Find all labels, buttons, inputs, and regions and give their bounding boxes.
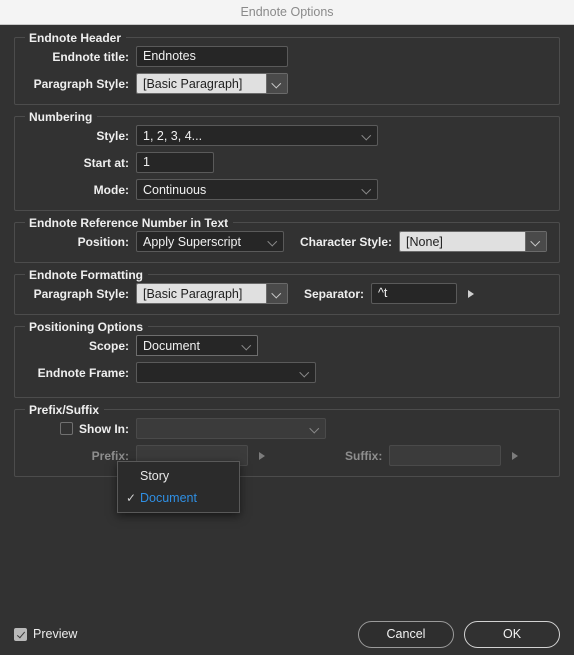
checkmark-icon: ✓ xyxy=(125,491,137,505)
group-numbering: Numbering Style: 1, 2, 3, 4... Start at:… xyxy=(14,110,560,211)
reference-position-label: Position: xyxy=(77,234,129,249)
chevron-down-icon xyxy=(300,368,309,377)
group-positioning-options: Positioning Options Scope: Document Endn… xyxy=(14,320,560,398)
separator-input[interactable]: ^t xyxy=(371,283,458,304)
group-prefix-suffix: Prefix/Suffix Show In: Prefix: Suffix: xyxy=(14,403,560,477)
row-reference-position: Position: Apply Superscript Character St… xyxy=(25,231,549,252)
chevron-down-icon xyxy=(362,185,371,194)
endnote-title-label: Endnote title: xyxy=(52,49,129,64)
scope-dropdown-popup[interactable]: Story ✓ Document xyxy=(117,461,240,513)
numbering-start-at-label: Start at: xyxy=(83,155,129,170)
reference-position-value: Apply Superscript xyxy=(143,234,241,249)
row-endnote-title: Endnote title: Endnotes xyxy=(25,46,549,67)
numbering-style-label: Style: xyxy=(96,128,129,143)
suffix-menu-triangle-icon[interactable] xyxy=(508,447,522,465)
group-title-endnote-formatting: Endnote Formatting xyxy=(25,268,148,282)
scope-option-document[interactable]: ✓ Document xyxy=(118,487,239,509)
formatting-paragraph-style-value: [Basic Paragraph] xyxy=(137,284,266,303)
group-title-endnote-header: Endnote Header xyxy=(25,31,127,45)
group-title-numbering: Numbering xyxy=(25,110,98,124)
chevron-down-icon xyxy=(268,237,277,246)
show-in-label-wrap: Show In: xyxy=(25,422,129,436)
character-style-value: [None] xyxy=(400,232,526,251)
separator-menu-triangle-icon[interactable] xyxy=(464,285,478,303)
suffix-label: Suffix: xyxy=(345,448,383,463)
character-style-dropdown[interactable]: [None] xyxy=(399,231,548,252)
positioning-scope-label: Scope: xyxy=(88,338,129,353)
separator-label: Separator: xyxy=(304,286,365,301)
show-in-dropdown[interactable] xyxy=(136,418,326,439)
chevron-down-icon xyxy=(362,131,371,140)
row-formatting-paragraph-style: Paragraph Style: [Basic Paragraph] Separ… xyxy=(25,283,549,304)
chevron-down-icon xyxy=(242,341,251,350)
group-endnote-formatting: Endnote Formatting Paragraph Style: [Bas… xyxy=(14,268,560,315)
scope-option-story[interactable]: Story xyxy=(118,465,239,487)
row-header-paragraph-style: Paragraph Style: [Basic Paragraph] xyxy=(25,73,549,94)
row-show-in: Show In: xyxy=(25,418,549,439)
preview-label: Preview xyxy=(33,627,78,641)
preview-wrap[interactable]: Preview xyxy=(14,627,77,641)
row-numbering-mode: Mode: Continuous xyxy=(25,179,549,200)
ok-button[interactable]: OK xyxy=(464,620,560,648)
numbering-mode-label: Mode: xyxy=(93,182,129,197)
prefix-menu-triangle-icon[interactable] xyxy=(255,447,269,465)
chevron-down-icon xyxy=(266,74,287,93)
group-title-endnote-reference-number: Endnote Reference Number in Text xyxy=(25,216,234,230)
chevron-down-icon xyxy=(525,232,547,251)
row-numbering-start-at: Start at: 1 xyxy=(25,152,549,173)
cancel-button[interactable]: Cancel xyxy=(358,620,454,648)
suffix-input[interactable] xyxy=(389,445,502,466)
numbering-mode-value: Continuous xyxy=(143,182,207,197)
numbering-style-dropdown[interactable]: 1, 2, 3, 4... xyxy=(136,125,378,146)
endnote-frame-label: Endnote Frame: xyxy=(37,365,129,380)
header-paragraph-style-dropdown[interactable]: [Basic Paragraph] xyxy=(136,73,288,94)
positioning-scope-dropdown[interactable]: Document xyxy=(136,335,258,356)
positioning-scope-value: Document xyxy=(143,338,200,353)
reference-position-dropdown[interactable]: Apply Superscript xyxy=(136,231,284,252)
endnote-title-input[interactable]: Endnotes xyxy=(136,46,288,67)
numbering-style-value: 1, 2, 3, 4... xyxy=(143,128,203,143)
preview-checkbox[interactable] xyxy=(14,627,27,641)
scope-option-document-label: Document xyxy=(140,491,197,505)
group-endnote-reference-number: Endnote Reference Number in Text Positio… xyxy=(14,216,560,263)
row-numbering-style: Style: 1, 2, 3, 4... xyxy=(25,125,549,146)
dialog-buttons: Cancel OK xyxy=(358,620,560,648)
numbering-mode-dropdown[interactable]: Continuous xyxy=(136,179,378,200)
dialog-title: Endnote Options xyxy=(240,5,334,19)
scope-option-story-label: Story xyxy=(140,469,170,483)
dialog-titlebar: Endnote Options xyxy=(0,0,574,25)
character-style-label: Character Style: xyxy=(300,234,393,249)
header-paragraph-style-label: Paragraph Style: xyxy=(33,76,129,91)
numbering-start-at-input[interactable]: 1 xyxy=(136,152,214,173)
chevron-down-icon xyxy=(266,284,287,303)
prefix-label: Prefix: xyxy=(91,448,129,463)
row-prefix-suffix: Prefix: Suffix: xyxy=(25,445,549,466)
row-endnote-frame: Endnote Frame: xyxy=(25,362,549,383)
group-title-prefix-suffix: Prefix/Suffix xyxy=(25,403,105,417)
group-endnote-header: Endnote Header Endnote title: Endnotes P… xyxy=(14,31,560,105)
header-paragraph-style-value: [Basic Paragraph] xyxy=(137,74,266,93)
dialog-body: Endnote Header Endnote title: Endnotes P… xyxy=(0,25,574,513)
endnote-frame-dropdown[interactable] xyxy=(136,362,316,383)
show-in-checkbox[interactable] xyxy=(60,422,73,435)
row-positioning-scope: Scope: Document xyxy=(25,335,549,356)
formatting-paragraph-style-dropdown[interactable]: [Basic Paragraph] xyxy=(136,283,288,304)
formatting-paragraph-style-label: Paragraph Style: xyxy=(33,286,129,301)
dialog-footer: Preview Cancel OK xyxy=(0,613,574,655)
chevron-down-icon xyxy=(310,424,319,433)
show-in-label: Show In: xyxy=(79,421,129,436)
group-title-positioning-options: Positioning Options xyxy=(25,320,148,334)
